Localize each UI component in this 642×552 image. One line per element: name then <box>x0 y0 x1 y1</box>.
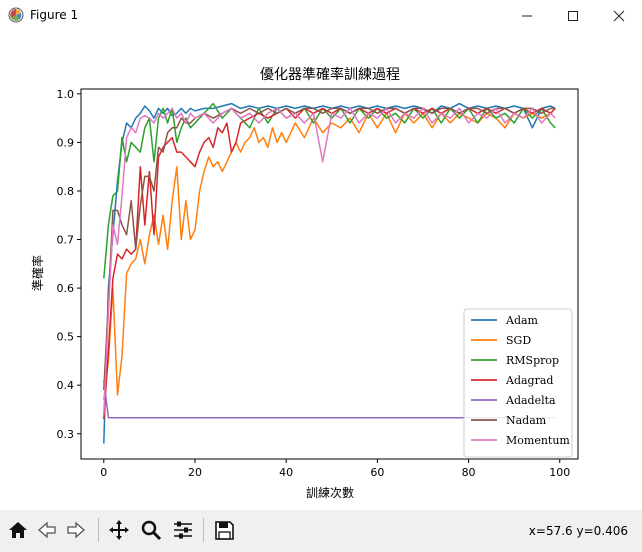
x-tick-label: 0 <box>100 466 107 479</box>
minimize-icon <box>522 15 532 17</box>
back-icon <box>38 521 56 539</box>
close-icon <box>613 10 625 22</box>
accuracy-chart[interactable]: 優化器準確率訓練過程 0 20 40 60 80 100 0.3 0.4 0.5 0.6 0.7 0.… <box>0 32 642 510</box>
legend-label: Adam <box>505 314 539 327</box>
window-title: Figure 1 <box>30 8 79 22</box>
x-tick-label: 100 <box>549 466 570 479</box>
close-button[interactable] <box>596 0 642 32</box>
y-tick-label: 0.7 <box>57 234 75 247</box>
y-tick-label: 0.3 <box>57 428 75 441</box>
legend-label: SGD <box>506 334 531 347</box>
save-icon <box>215 521 234 540</box>
toolbar-separator <box>203 518 204 542</box>
toolbar-separator <box>98 518 99 542</box>
home-button[interactable] <box>4 516 32 544</box>
navigation-toolbar: x=57.6 y=0.406 <box>0 510 642 552</box>
pan-icon <box>109 520 129 540</box>
matplotlib-logo-icon <box>8 7 24 23</box>
x-tick-label: 80 <box>462 466 476 479</box>
zoom-icon <box>141 520 162 541</box>
legend-label: Momentum <box>506 434 570 447</box>
configure-icon <box>174 521 192 539</box>
cursor-coordinates: x=57.6 y=0.406 <box>528 524 628 538</box>
back-button[interactable] <box>33 516 61 544</box>
configure-subplots-button[interactable] <box>169 516 197 544</box>
legend-label: Adadelta <box>505 394 556 407</box>
x-tick-label: 60 <box>370 466 384 479</box>
legend-label: Nadam <box>506 414 547 427</box>
series-line-rmsprop <box>103 102 556 279</box>
y-tick-label: 0.8 <box>57 185 75 198</box>
legend: Adam SGD RMSprop Adagrad Adadelta Nadam Moment… <box>463 308 573 458</box>
legend-label: RMSprop <box>506 354 559 367</box>
x-tick-label: 40 <box>279 466 293 479</box>
y-tick-label: 0.4 <box>57 379 75 392</box>
home-icon <box>9 522 27 538</box>
forward-icon <box>67 521 85 539</box>
x-axis-label: 訓練次數 <box>306 485 354 500</box>
legend-label: Adagrad <box>505 374 553 387</box>
zoom-button[interactable] <box>137 516 165 544</box>
y-axis-label: 準確率 <box>30 255 45 291</box>
maximize-button[interactable] <box>550 0 596 32</box>
maximize-icon <box>568 11 578 21</box>
y-tick-label: 0.6 <box>57 282 75 295</box>
forward-button[interactable] <box>62 516 90 544</box>
chart-title: 優化器準確率訓練過程 <box>260 66 400 83</box>
x-tick-label: 20 <box>188 466 202 479</box>
minimize-button[interactable] <box>504 0 550 32</box>
y-tick-label: 0.9 <box>57 136 75 149</box>
pan-button[interactable] <box>105 516 133 544</box>
save-button[interactable] <box>210 516 238 544</box>
y-tick-label: 0.5 <box>57 331 75 344</box>
window-titlebar: Figure 1 <box>0 0 642 32</box>
y-tick-label: 1.0 <box>57 88 75 101</box>
